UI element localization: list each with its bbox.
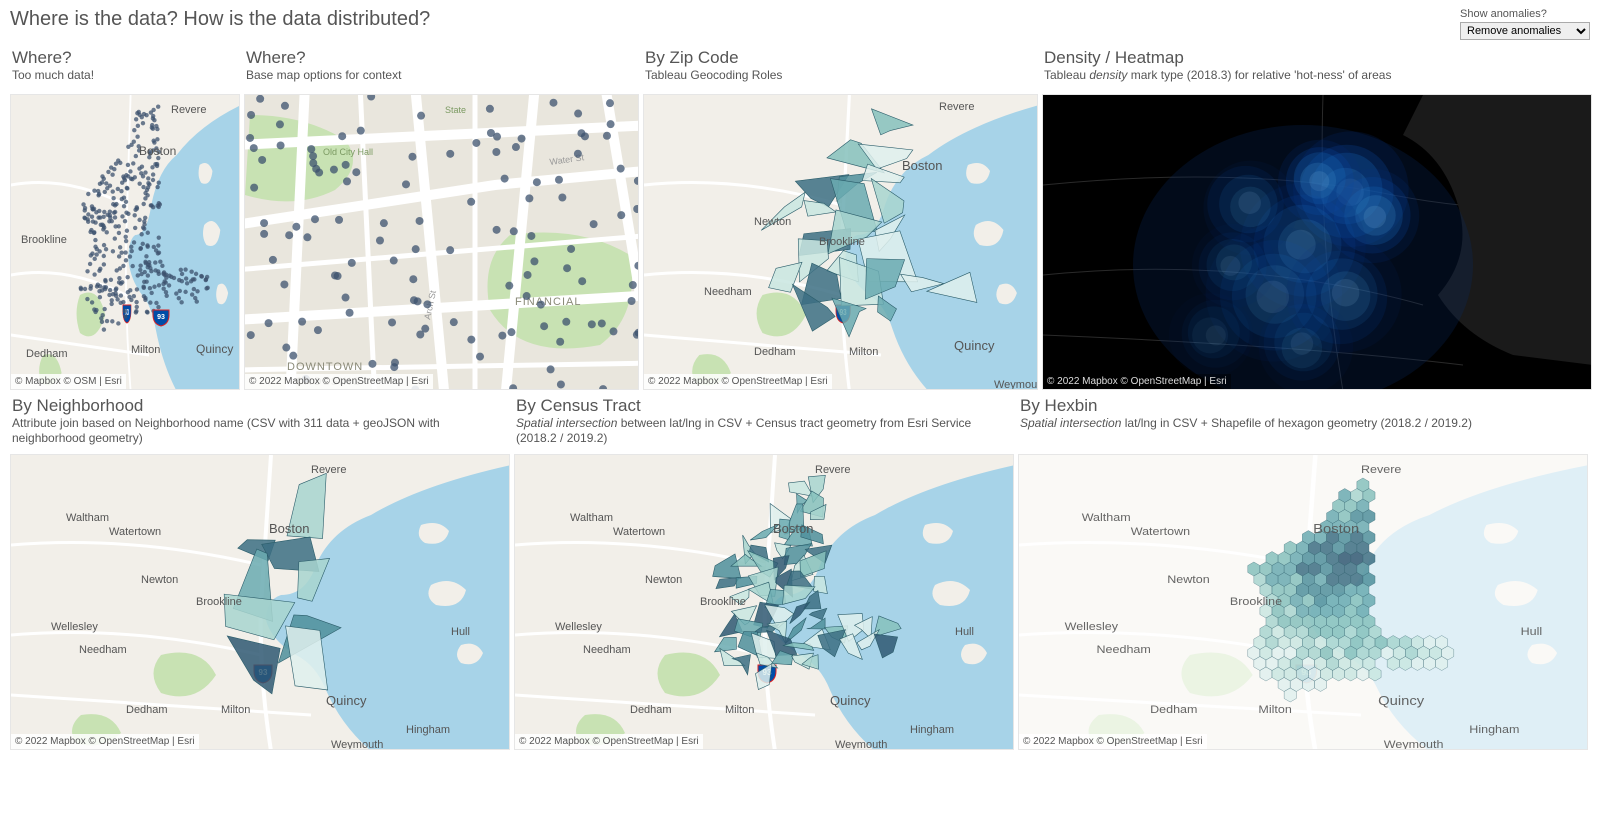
svg-text:DOWNTOWN: DOWNTOWN — [287, 361, 363, 373]
map-hexbin[interactable]: © 2022 Mapbox © OpenStreetMap | Esri — [1018, 454, 1588, 750]
anomalies-select[interactable]: Remove anomalies — [1460, 22, 1590, 40]
panel-sub: Tableau density mark type (2018.3) for r… — [1044, 68, 1590, 83]
anomalies-control: Show anomalies? Remove anomalies — [1460, 8, 1590, 40]
svg-text:State: State — [445, 105, 466, 115]
panel-title: Where? — [12, 48, 238, 68]
panel-title: By Zip Code — [645, 48, 1036, 68]
map-census[interactable]: © 2022 Mapbox © OpenStreetMap | Esri — [514, 454, 1014, 750]
panel-hexbin: By Hexbin Spatial intersection lat/lng i… — [1018, 396, 1588, 750]
panel-sub: Spatial intersection lat/lng in CSV + Sh… — [1020, 416, 1586, 431]
map-attribution: © 2022 Mapbox © OpenStreetMap | Esri — [11, 734, 199, 749]
panel-neighborhood: By Neighborhood Attribute join based on … — [10, 396, 510, 750]
panel-density: Density / Heatmap Tableau density mark t… — [1042, 48, 1592, 390]
panel-where-basemap: Where? Base map options for context — [244, 48, 639, 390]
map-attribution: © Mapbox © OSM | Esri — [11, 374, 126, 389]
panel-sub: Base map options for context — [246, 68, 637, 83]
svg-text:Revere: Revere — [171, 104, 206, 116]
panel-title: Where? — [246, 48, 637, 68]
map-density[interactable]: © 2022 Mapbox © OpenStreetMap | Esri — [1042, 94, 1592, 390]
map-points[interactable]: Boston Revere Brookline Dedham Milton Qu… — [10, 94, 240, 390]
panel-sub: Tableau Geocoding Roles — [645, 68, 1036, 83]
svg-text:Dedham: Dedham — [26, 348, 68, 360]
svg-text:93: 93 — [157, 314, 165, 321]
map-attribution: © 2022 Mapbox © OpenStreetMap | Esri — [515, 734, 703, 749]
map-basemap[interactable]: Old City Hall State FINANCIAL DOWNTOWN C… — [244, 94, 639, 390]
panel-sub: Spatial intersection between lat/lng in … — [516, 416, 1012, 446]
map-attribution: © 2022 Mapbox © OpenStreetMap | Esri — [1019, 734, 1207, 749]
svg-text:Old City Hall: Old City Hall — [323, 147, 373, 157]
panel-title: By Neighborhood — [12, 396, 508, 416]
panel-sub: Attribute join based on Neighborhood nam… — [12, 416, 508, 446]
svg-text:Boston: Boston — [139, 144, 176, 158]
panel-zipcode: By Zip Code Tableau Geocoding Roles © 20… — [643, 48, 1038, 390]
map-attribution: © 2022 Mapbox © OpenStreetMap | Esri — [644, 374, 832, 389]
panel-sub: Too much data! — [12, 68, 238, 83]
panel-census: By Census Tract Spatial intersection bet… — [514, 396, 1014, 750]
panel-title: By Census Tract — [516, 396, 1012, 416]
svg-text:Brookline: Brookline — [21, 234, 67, 246]
panel-where-points: Where? Too much data! Boston Revere Broo… — [10, 48, 240, 390]
map-zipcode[interactable]: © 2022 Mapbox © OpenStreetMap | Esri — [643, 94, 1038, 390]
panel-title: By Hexbin — [1020, 396, 1586, 416]
map-neighborhood[interactable]: © 2022 Mapbox © OpenStreetMap | Esri — [10, 454, 510, 750]
anomalies-label: Show anomalies? — [1460, 8, 1590, 20]
map-attribution: © 2022 Mapbox © OpenStreetMap | Esri — [1043, 374, 1231, 389]
panel-title: Density / Heatmap — [1044, 48, 1590, 68]
map-attribution: © 2022 Mapbox © OpenStreetMap | Esri — [245, 374, 433, 389]
svg-text:Milton: Milton — [131, 344, 160, 356]
page-title: Where is the data? How is the data distr… — [10, 8, 430, 31]
svg-text:Quincy: Quincy — [196, 342, 233, 356]
